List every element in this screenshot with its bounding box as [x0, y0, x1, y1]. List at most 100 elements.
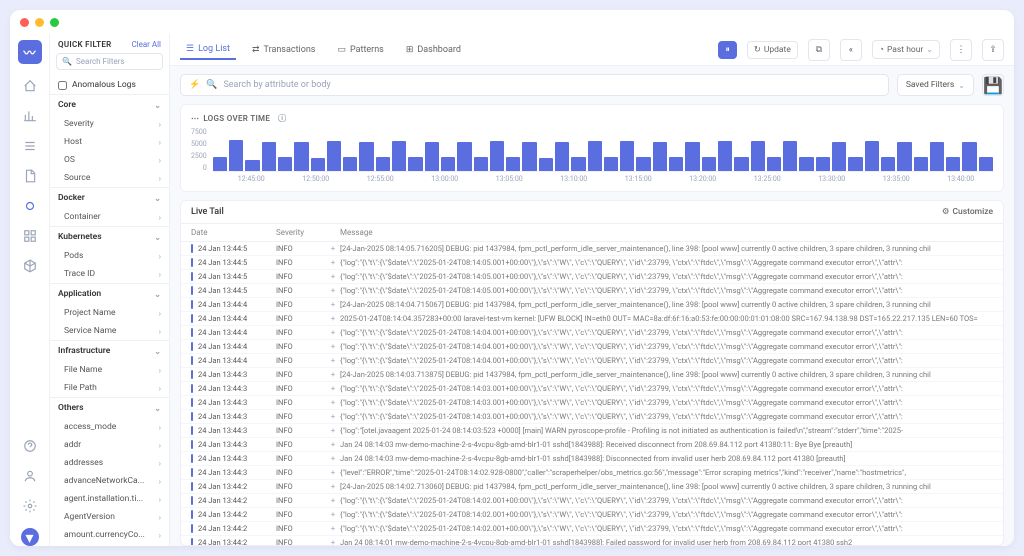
log-row[interactable]: 24 Jan 13:44:4INFO+[24-Jan-2025 08:14:04… [181, 298, 1003, 312]
expand-icon[interactable]: + [326, 482, 340, 491]
settings-icon[interactable] [22, 498, 38, 514]
export-button[interactable]: ⇪ [982, 39, 1004, 61]
home-icon[interactable] [22, 78, 38, 94]
expand-icon[interactable]: + [326, 496, 340, 505]
chart-bar[interactable] [457, 142, 471, 171]
window-minimize-icon[interactable] [35, 18, 44, 27]
log-row[interactable]: 24 Jan 13:44:2INFO+{"log":"{\"t\":{\"$da… [181, 522, 1003, 536]
chart-bar[interactable] [490, 141, 504, 171]
filter-group-infrastructure[interactable]: Infrastructure⌄ [50, 341, 169, 361]
chart-bar[interactable] [685, 142, 699, 171]
info-icon[interactable]: ⓘ [278, 113, 286, 124]
window-maximize-icon[interactable] [50, 18, 59, 27]
log-row[interactable]: 24 Jan 13:44:4INFO+{"log":"{\"t\":{\"$da… [181, 326, 1003, 340]
filter-item[interactable]: Pods› [50, 247, 169, 265]
filter-group-docker[interactable]: Docker⌄ [50, 188, 169, 208]
chart-bar[interactable] [245, 160, 259, 171]
log-row[interactable]: 24 Jan 13:44:3INFO+[24-Jan-2025 08:14:03… [181, 368, 1003, 382]
chart-icon[interactable] [22, 108, 38, 124]
expand-icon[interactable]: + [326, 258, 340, 267]
chart-bar[interactable] [392, 141, 406, 171]
chart-bar[interactable] [474, 157, 488, 171]
anomalous-logs-checkbox[interactable]: Anomalous Logs [50, 76, 169, 94]
chart-bar[interactable] [229, 140, 243, 171]
filter-item[interactable]: Source› [50, 169, 169, 187]
expand-icon[interactable]: + [326, 244, 340, 253]
filter-group-core[interactable]: Core⌄ [50, 95, 169, 115]
saved-filters-dropdown[interactable]: Saved Filters⌄ [897, 74, 974, 96]
chart-bar[interactable] [604, 157, 618, 171]
expand-icon[interactable]: + [326, 384, 340, 393]
log-row[interactable]: 24 Jan 13:44:3INFO+{"log":"{\"t\":{\"$da… [181, 396, 1003, 410]
expand-icon[interactable]: + [326, 510, 340, 519]
chart-bar[interactable] [751, 141, 765, 171]
col-message[interactable]: Message [340, 228, 993, 237]
filter-search-input[interactable]: 🔍 Search Filters [56, 53, 163, 70]
tab-dashboard[interactable]: ⊞Dashboard [400, 41, 467, 59]
pause-button[interactable]: ⏸ [718, 41, 736, 59]
more-menu-button[interactable]: ⋮ [950, 39, 972, 61]
chart-bar[interactable] [441, 157, 455, 171]
chart-bar[interactable] [588, 141, 602, 171]
chart-bar[interactable] [522, 142, 536, 171]
chart-bar[interactable] [278, 157, 292, 171]
log-row[interactable]: 24 Jan 13:44:2INFO+Jan 24 08:14:01 mw-de… [181, 536, 1003, 545]
log-search-input[interactable]: ⚡ 🔍 Search by attribute or body [180, 74, 889, 96]
chart-bar[interactable] [946, 157, 960, 171]
log-row[interactable]: 24 Jan 13:44:3INFO+{"log":"{\"t\":{\"$da… [181, 382, 1003, 396]
chart-bar[interactable] [734, 157, 748, 171]
log-row[interactable]: 24 Jan 13:44:4INFO+2025-01-24T08:14:04.3… [181, 312, 1003, 326]
log-row[interactable]: 24 Jan 13:44:4INFO+{"log":"{\"t\":{\"$da… [181, 340, 1003, 354]
chart-bar[interactable] [376, 157, 390, 171]
filter-item[interactable]: AgentVersion› [50, 508, 169, 526]
expand-icon[interactable]: + [326, 286, 340, 295]
log-row[interactable]: 24 Jan 13:44:4INFO+{"log":"{\"t\":{\"$da… [181, 354, 1003, 368]
log-row[interactable]: 24 Jan 13:44:5INFO+{"log":"{\"t\":{\"$da… [181, 284, 1003, 298]
time-range-picker[interactable]: ◔Past hour⌄ [872, 40, 940, 59]
filter-item[interactable]: addr› [50, 436, 169, 454]
col-severity[interactable]: Severity [276, 228, 326, 237]
clear-all-link[interactable]: Clear All [131, 40, 161, 49]
expand-icon[interactable]: + [326, 524, 340, 533]
expand-icon[interactable]: + [326, 272, 340, 281]
chart-bar[interactable] [539, 158, 553, 171]
chart-bar[interactable] [359, 142, 373, 171]
customize-columns-button[interactable]: ⚙Customize [942, 207, 993, 217]
chart-bar[interactable] [262, 142, 276, 171]
expand-icon[interactable]: + [326, 356, 340, 365]
avatar-icon[interactable]: ▾ [21, 528, 39, 546]
chart-bar[interactable] [213, 157, 227, 171]
expand-icon[interactable]: + [326, 328, 340, 337]
col-date[interactable]: Date [191, 228, 276, 237]
filter-item[interactable]: agent.installation.ti...› [50, 490, 169, 508]
checkbox-input[interactable] [58, 81, 67, 90]
user-icon[interactable] [22, 468, 38, 484]
chart-bar[interactable] [669, 157, 683, 171]
chart-bar[interactable] [865, 141, 879, 171]
filter-item[interactable]: Service Name› [50, 322, 169, 340]
chart-bar[interactable] [408, 157, 422, 171]
collapse-button[interactable]: « [840, 39, 862, 61]
filter-group-others[interactable]: Others⌄ [50, 398, 169, 418]
log-row[interactable]: 24 Jan 13:44:2INFO+{"log":"{\"t\":{\"$da… [181, 494, 1003, 508]
chart-bar[interactable] [799, 157, 813, 171]
log-row[interactable]: 24 Jan 13:44:5INFO+[24-Jan-2025 08:14:05… [181, 242, 1003, 256]
filter-item[interactable]: Host› [50, 133, 169, 151]
chart-bar[interactable] [653, 142, 667, 171]
expand-icon[interactable]: + [326, 468, 340, 477]
chart-bar[interactable] [555, 142, 569, 171]
expand-icon[interactable]: + [326, 412, 340, 421]
tab-log-list[interactable]: ☰Log List [180, 40, 236, 60]
chart-bar[interactable] [425, 142, 439, 171]
chart-bar[interactable] [816, 157, 830, 171]
chart-bar[interactable] [848, 157, 862, 171]
filter-item[interactable]: amount.currencyCo...› [50, 526, 169, 544]
log-row[interactable]: 24 Jan 13:44:3INFO+Jan 24 08:14:03 mw-de… [181, 452, 1003, 466]
chart-bar[interactable] [930, 142, 944, 171]
log-row[interactable]: 24 Jan 13:44:3INFO+{"log":"{\"t\":{\"$da… [181, 410, 1003, 424]
filter-item[interactable]: Trace ID› [50, 265, 169, 283]
grid-icon[interactable] [22, 228, 38, 244]
filter-group-application[interactable]: Application⌄ [50, 284, 169, 304]
filter-item[interactable]: addresses› [50, 454, 169, 472]
filter-item[interactable]: File Path› [50, 379, 169, 397]
